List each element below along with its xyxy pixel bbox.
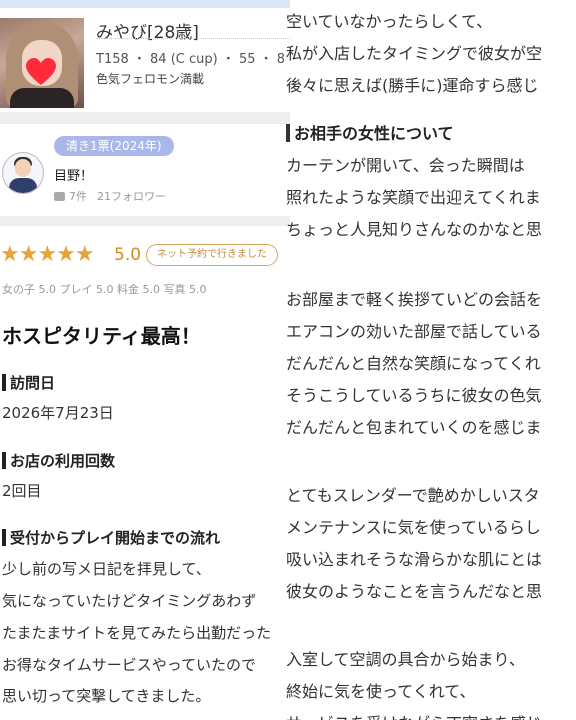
review-headline: ホスピタリティ最高！ — [2, 324, 201, 348]
review-text-line: とてもスレンダーで艶めかしいスタ — [286, 486, 540, 505]
girl-name[interactable]: みやび[28歳] — [96, 18, 199, 43]
partner-section-heading: お相手の女性について — [286, 120, 454, 144]
reviewer-meta: 7件 21フォロワー — [54, 188, 166, 204]
heading-label: お相手の女性について — [294, 124, 454, 143]
review-text-line: 吸い込まれそうな滑らかな肌にとは — [286, 550, 543, 569]
comment-icon — [54, 192, 65, 201]
flow-line: 気になっていたけどタイミングあわず — [2, 592, 257, 610]
review-text-line: ちょっと人見知りさんなのかなと思 — [286, 220, 543, 239]
flow-line: お得なタイムサービスやっていたので — [2, 656, 256, 674]
review-text-line: メンテナンスに気を使っているらし — [286, 518, 541, 537]
review-text-line: 入室して空調の具合から始まり、 — [286, 650, 525, 669]
usage-count-heading: お店の利用回数 — [2, 450, 115, 471]
review-text-line: だんだんと包まれていくのを感じま — [286, 418, 542, 437]
heading-label: 訪問日 — [10, 374, 56, 392]
review-text-line: お部屋まで軽く挨拶ていどの会話を — [286, 290, 543, 309]
rating-row: ★★★★★ 5.0 ネット予約で行きました — [0, 242, 290, 272]
section-gap — [0, 112, 290, 124]
star-rating-icon: ★★★★★ — [0, 242, 95, 267]
reviewer-avatar[interactable] — [2, 152, 44, 194]
flow-line: 思い切って突撃してきました。 — [2, 687, 211, 705]
girl-profile-card[interactable]: みやび[28歳] T158 ・ 84 (C cup) ・ 55 ・ 8 色気フェ… — [0, 8, 290, 108]
review-text-line: 終始に気を使ってくれて、 — [286, 682, 476, 701]
review-text-line: 照れたような笑顔で出迎えてくれま — [286, 188, 541, 207]
divider — [96, 38, 290, 39]
net-reservation-badge: ネット予約で行きました — [146, 244, 278, 266]
reviewer-card[interactable]: 清き1票(2024年) 目野！ 7件 21フォロワー — [0, 124, 290, 216]
girl-stats: T158 ・ 84 (C cup) ・ 55 ・ 8 — [96, 52, 286, 67]
visit-date-heading: 訪問日 — [2, 372, 55, 393]
section-gap — [0, 216, 290, 226]
reviewer-name[interactable]: 目野！ — [54, 165, 93, 184]
review-text-line: 彼女のようなことを言うんだなと思 — [286, 582, 543, 601]
girl-tagline: 色気フェロモン満載 — [96, 72, 205, 86]
review-text-line: 私が入店したタイミングで彼女が空 — [286, 44, 543, 63]
top-strip — [0, 0, 290, 8]
heading-label: 受付からプレイ開始までの流れ — [10, 529, 221, 547]
review-text-line: そうこうしているうちに彼女の色気 — [286, 386, 542, 405]
review-text-line: 空いていなかったらしくて、 — [286, 12, 493, 31]
review-text-line: だんだんと自然な笑顔になってくれ — [286, 354, 541, 373]
vote-badge: 清き1票(2024年) — [54, 136, 174, 156]
rating-score: 5.0 — [114, 245, 142, 265]
girl-photo[interactable] — [0, 18, 84, 108]
heart-sticker-icon — [26, 58, 56, 85]
right-panel: 空いていなかったらしくて、 私が入店したタイミングで彼女が空 後々に思えば(勝手… — [282, 0, 576, 720]
usage-count: 2回目 — [2, 482, 42, 500]
sub-scores: 女の子 5.0 プレイ 5.0 料金 5.0 写真 5.0 — [2, 283, 207, 296]
flow-line: 少し前の写メ日記を拝見して、 — [2, 560, 211, 578]
post-count: 7件 — [69, 190, 87, 203]
visit-date: 2026年7月23日 — [2, 404, 114, 422]
follower-count[interactable]: 21フォロワー — [97, 190, 166, 203]
review-text-line: サービスを受けながら丁寧さを感じ — [286, 710, 542, 720]
flow-heading: 受付からプレイ開始までの流れ — [2, 527, 220, 548]
review-text-line: カーテンが開いて、会った瞬間は — [286, 156, 525, 175]
left-panel: みやび[28歳] T158 ・ 84 (C cup) ・ 55 ・ 8 色気フェ… — [0, 0, 290, 720]
review-text-line: エアコンの効いた部屋で話している — [286, 322, 542, 341]
heading-label: お店の利用回数 — [10, 452, 116, 470]
flow-line: たまたまサイトを見てみたら出勤だった — [2, 624, 272, 642]
review-text-line: 後々に思えば(勝手に)運命すら感じ — [286, 76, 539, 95]
